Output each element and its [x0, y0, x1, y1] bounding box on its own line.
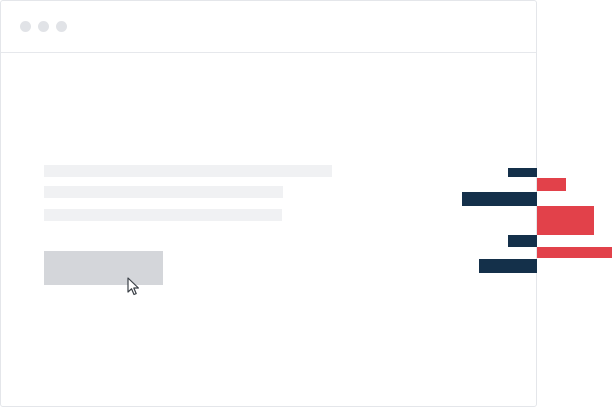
window-titlebar [1, 1, 536, 53]
placeholder-text-line [44, 165, 332, 177]
placeholder-text-line [44, 186, 283, 198]
navy-bar [462, 192, 537, 206]
arrow-cursor-icon [127, 277, 139, 296]
placeholder-button[interactable] [44, 251, 163, 285]
red-bar [537, 247, 612, 258]
navy-bar [508, 168, 537, 177]
window-dot-icon[interactable] [56, 21, 67, 32]
navy-bar [479, 259, 537, 273]
window-dot-icon[interactable] [38, 21, 49, 32]
screenshot-scene [0, 0, 612, 407]
browser-window [0, 0, 537, 407]
navy-bar [508, 235, 537, 247]
placeholder-text-line [44, 209, 282, 221]
red-bar [537, 206, 594, 235]
red-bar [537, 178, 566, 191]
window-dot-icon[interactable] [20, 21, 31, 32]
